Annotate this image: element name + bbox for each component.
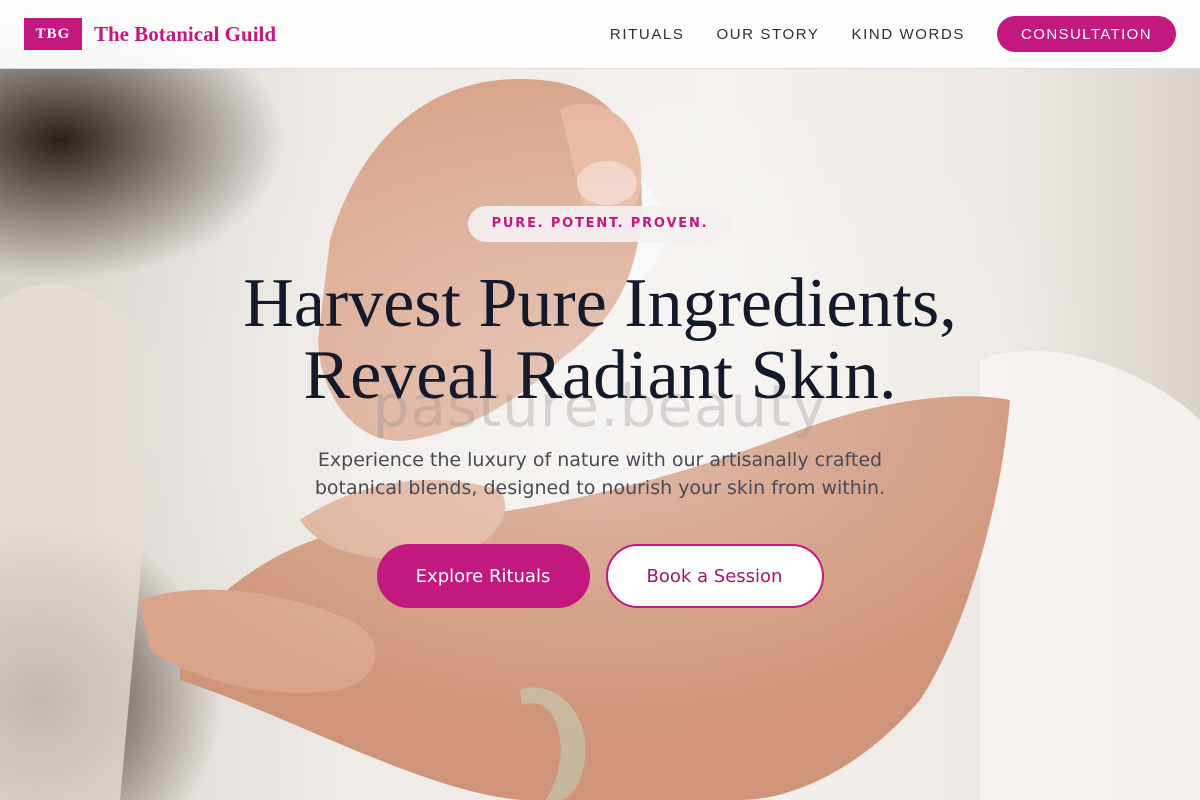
nav-link-our-story[interactable]: OUR STORY: [716, 26, 819, 43]
hero-headline: Harvest Pure Ingredients, Reveal Radiant…: [0, 268, 1200, 412]
explore-rituals-button[interactable]: Explore Rituals: [376, 544, 590, 608]
hero-buttons: Explore Rituals Book a Session: [0, 544, 1200, 608]
brand-name[interactable]: The Botanical Guild: [94, 22, 276, 47]
main-nav: RITUALS OUR STORY KIND WORDS CONSULTATIO…: [610, 16, 1176, 52]
subtitle-line-2: botanical blends, designed to nourish yo…: [314, 477, 886, 499]
site-header: TBG The Botanical Guild RITUALS OUR STOR…: [0, 0, 1200, 69]
nav-link-kind-words[interactable]: KIND WORDS: [852, 26, 966, 43]
consultation-button[interactable]: CONSULTATION: [997, 16, 1176, 52]
book-session-button[interactable]: Book a Session: [605, 544, 824, 608]
nav-link-rituals[interactable]: RITUALS: [610, 26, 685, 43]
subtitle-line-1: Experience the luxury of nature with our…: [317, 449, 883, 471]
headline-line-2: Reveal Radiant Skin.: [303, 337, 897, 414]
tagline-badge: PURE. POTENT. PROVEN.: [467, 206, 733, 242]
logo-badge[interactable]: TBG: [24, 18, 82, 50]
headline-line-1: Harvest Pure Ingredients,: [243, 265, 957, 342]
hero-content: PURE. POTENT. PROVEN. Harvest Pure Ingre…: [0, 206, 1200, 608]
hero-subtitle: Experience the luxury of nature with our…: [0, 446, 1200, 502]
